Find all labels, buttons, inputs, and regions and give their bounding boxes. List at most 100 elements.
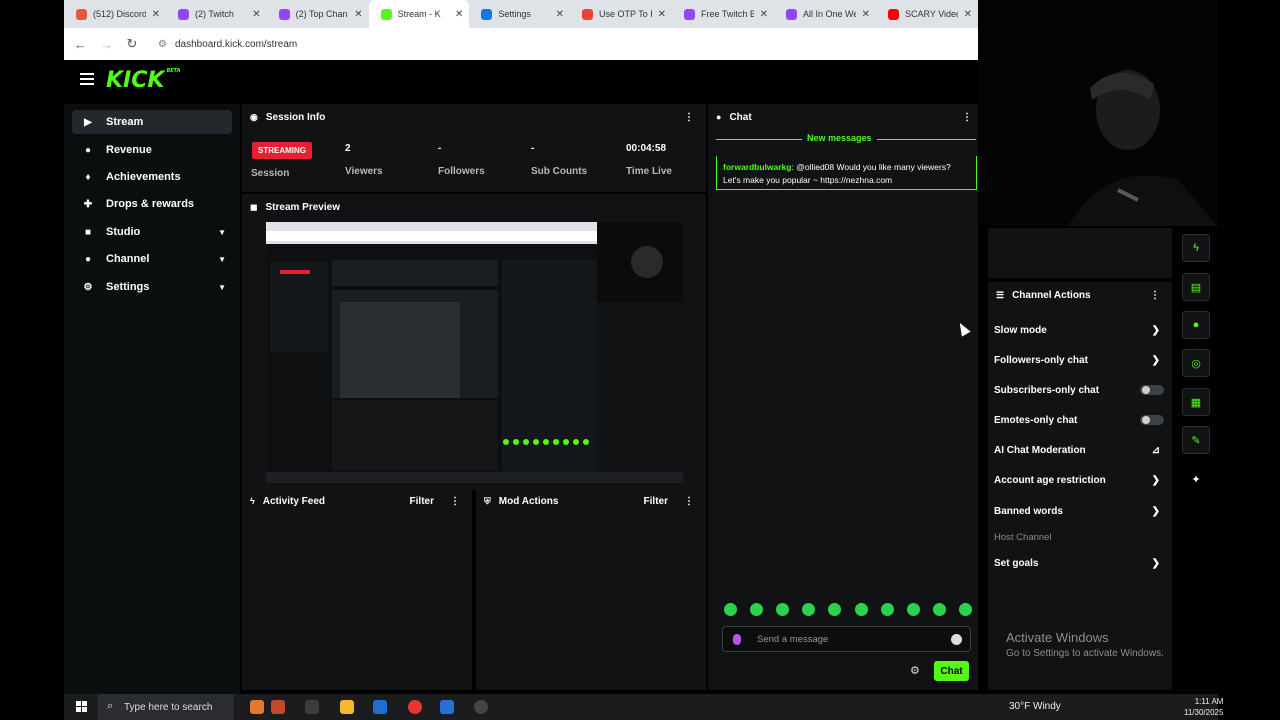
tab-close-icon[interactable]: ✕ <box>658 9 666 20</box>
tab-close-icon[interactable]: ✕ <box>556 9 564 20</box>
lightning-icon[interactable]: ϟ <box>1182 234 1210 262</box>
browser-tab[interactable]: SCARY Videos ✕ <box>876 0 978 28</box>
sidebar-item-stream[interactable]: ▶ Stream <box>72 110 232 134</box>
url-text[interactable]: dashboard.kick.com/stream <box>175 39 297 50</box>
puzzle-icon[interactable]: ✦ <box>1182 465 1210 493</box>
chevron-right-icon[interactable]: ❯ <box>1152 558 1160 569</box>
browser-tab[interactable]: (2) Twitch ✕ <box>166 0 267 28</box>
emote-icon[interactable] <box>854 603 868 616</box>
back-icon[interactable]: ← <box>74 37 87 52</box>
emote-icon[interactable] <box>750 603 764 616</box>
browser-tab[interactable]: Stream - K ✕ <box>368 0 470 28</box>
emote-icon[interactable] <box>828 603 842 616</box>
sidebar-item-channel[interactable]: ● Channel ▼ <box>72 247 232 271</box>
tab-close-icon[interactable]: ✕ <box>760 9 768 20</box>
tab-close-icon[interactable]: ✕ <box>152 9 160 20</box>
sidebar-item-settings[interactable]: ⚙ Settings ▼ <box>72 275 232 299</box>
tab-close-icon[interactable]: ✕ <box>354 9 362 20</box>
chrome-icon[interactable] <box>408 700 422 714</box>
chevron-right-icon[interactable]: ❯ <box>1152 475 1160 486</box>
chevron-down-icon[interactable]: ▼ <box>218 283 226 292</box>
channel-action-banned-words[interactable]: Banned words ❯ <box>994 503 1164 519</box>
tab-close-icon[interactable]: ✕ <box>862 9 870 20</box>
store-icon[interactable] <box>440 700 454 714</box>
toggle-switch[interactable] <box>1140 385 1164 395</box>
broadcast-icon[interactable]: ◎ <box>1182 349 1210 377</box>
channel-action-set-goals[interactable]: Set goals ❯ <box>994 555 1164 571</box>
windows-start-icon[interactable] <box>76 701 88 713</box>
channel-action-followers-only-chat[interactable]: Followers-only chat ❯ <box>994 352 1164 368</box>
kebab-menu-icon[interactable]: ⋮ <box>684 112 694 123</box>
emote-icon[interactable] <box>906 603 920 616</box>
channel-action-ai-chat-moderation[interactable]: AI Chat Moderation ⊿ <box>994 442 1164 458</box>
sidebar-item-achievements[interactable]: ♦ Achievements <box>72 165 232 189</box>
obs-icon[interactable] <box>474 700 488 714</box>
channel-action-account-age-restriction[interactable]: Account age restriction ❯ <box>994 472 1164 488</box>
chevron-down-icon[interactable]: ▼ <box>218 255 226 264</box>
toggle-switch[interactable] <box>1140 415 1164 425</box>
browser-tab[interactable]: (512) Discord | ✕ <box>64 0 166 28</box>
emote-icon[interactable] <box>958 603 972 616</box>
stream-preview-video[interactable] <box>266 222 683 483</box>
chat-settings-gear-icon[interactable]: ⚙ <box>910 664 920 677</box>
menu-icon[interactable] <box>80 73 94 88</box>
app-icon[interactable] <box>250 700 264 714</box>
emote-icon[interactable] <box>802 603 816 616</box>
browser-tab[interactable]: All In One Wel ✕ <box>774 0 876 28</box>
kebab-menu-icon[interactable]: ⋮ <box>962 112 972 123</box>
kick-logo[interactable]: KICK BETA <box>106 68 181 93</box>
site-info-icon[interactable]: ⚙ <box>158 39 167 50</box>
browser-tab[interactable]: Settings ✕ <box>469 0 570 28</box>
url-field[interactable]: ⚙ dashboard.kick.com/stream <box>158 39 297 50</box>
tab-close-icon[interactable]: ✕ <box>455 9 463 20</box>
emote-icon[interactable] <box>880 603 894 616</box>
sidebar-item-drops-rewards[interactable]: ✚ Drops & rewards <box>72 192 232 216</box>
chat-icon[interactable]: ● <box>1182 311 1210 339</box>
taskbar-search[interactable]: ⌕ Type here to search <box>98 694 234 720</box>
emote-icon[interactable] <box>724 603 737 616</box>
emote-icon[interactable] <box>932 603 946 616</box>
emote-icon[interactable] <box>776 603 790 616</box>
channel-action-host-channel[interactable]: Host Channel <box>994 529 1164 545</box>
mod-filter-button[interactable]: Filter <box>644 496 668 507</box>
system-clock[interactable]: 1:11 AM 11/30/2025 <box>1184 696 1223 718</box>
wrench-icon[interactable]: ✎ <box>1182 426 1210 454</box>
chevron-right-icon[interactable]: ❯ <box>1152 506 1160 517</box>
chevron-right-icon[interactable]: ❯ <box>1152 355 1160 366</box>
channel-action-subscribers-only-chat[interactable]: Subscribers-only chat <box>994 382 1164 398</box>
send-chat-button[interactable]: Chat <box>934 661 969 681</box>
reload-icon[interactable]: ↻ <box>126 36 138 52</box>
channel-action-emotes-only-chat[interactable]: Emotes-only chat <box>994 412 1164 428</box>
new-messages-divider[interactable]: New messages <box>716 133 976 151</box>
app-icon[interactable] <box>271 700 285 714</box>
sidebar-item-revenue[interactable]: ● Revenue <box>72 138 232 162</box>
browser-tab[interactable]: Use OTP To Pr ✕ <box>570 0 672 28</box>
chat-input[interactable]: Send a message <box>722 626 971 652</box>
sidebar-item-studio[interactable]: ■ Studio ▼ <box>72 220 232 244</box>
document-icon[interactable]: ▤ <box>1182 273 1210 301</box>
microphone-icon[interactable] <box>733 634 741 645</box>
edge-icon[interactable] <box>373 700 387 714</box>
weather-widget[interactable]: 30°F Windy <box>1009 701 1061 712</box>
chat-message[interactable]: forwardbulwarkg: @ollied08 Would you lik… <box>716 156 977 190</box>
chart-icon[interactable]: ⊿ <box>1152 445 1160 456</box>
sidebar-item-label: Achievements <box>106 171 181 183</box>
kebab-menu-icon[interactable]: ⋮ <box>1150 290 1160 301</box>
activity-filter-button[interactable]: Filter <box>410 496 434 507</box>
tab-close-icon[interactable]: ✕ <box>964 9 972 20</box>
stream-preview-image <box>266 222 683 483</box>
task-view-icon[interactable] <box>305 700 319 714</box>
file-explorer-icon[interactable] <box>340 700 354 714</box>
emoji-icon[interactable] <box>951 634 962 645</box>
browser-tab[interactable]: (2) Top Chann ✕ <box>267 0 369 28</box>
tab-close-icon[interactable]: ✕ <box>252 9 260 20</box>
kebab-menu-icon[interactable]: ⋮ <box>684 496 694 507</box>
layout-icon[interactable]: ▦ <box>1182 388 1210 416</box>
chat-username[interactable]: forwardbulwarkg <box>723 162 791 172</box>
forward-icon[interactable]: → <box>100 37 113 52</box>
chevron-right-icon[interactable]: ❯ <box>1152 325 1160 336</box>
chevron-down-icon[interactable]: ▼ <box>218 228 226 237</box>
browser-tab[interactable]: Free Twitch Ba ✕ <box>672 0 774 28</box>
kebab-menu-icon[interactable]: ⋮ <box>450 496 460 507</box>
channel-action-slow-mode[interactable]: Slow mode ❯ <box>994 322 1164 338</box>
